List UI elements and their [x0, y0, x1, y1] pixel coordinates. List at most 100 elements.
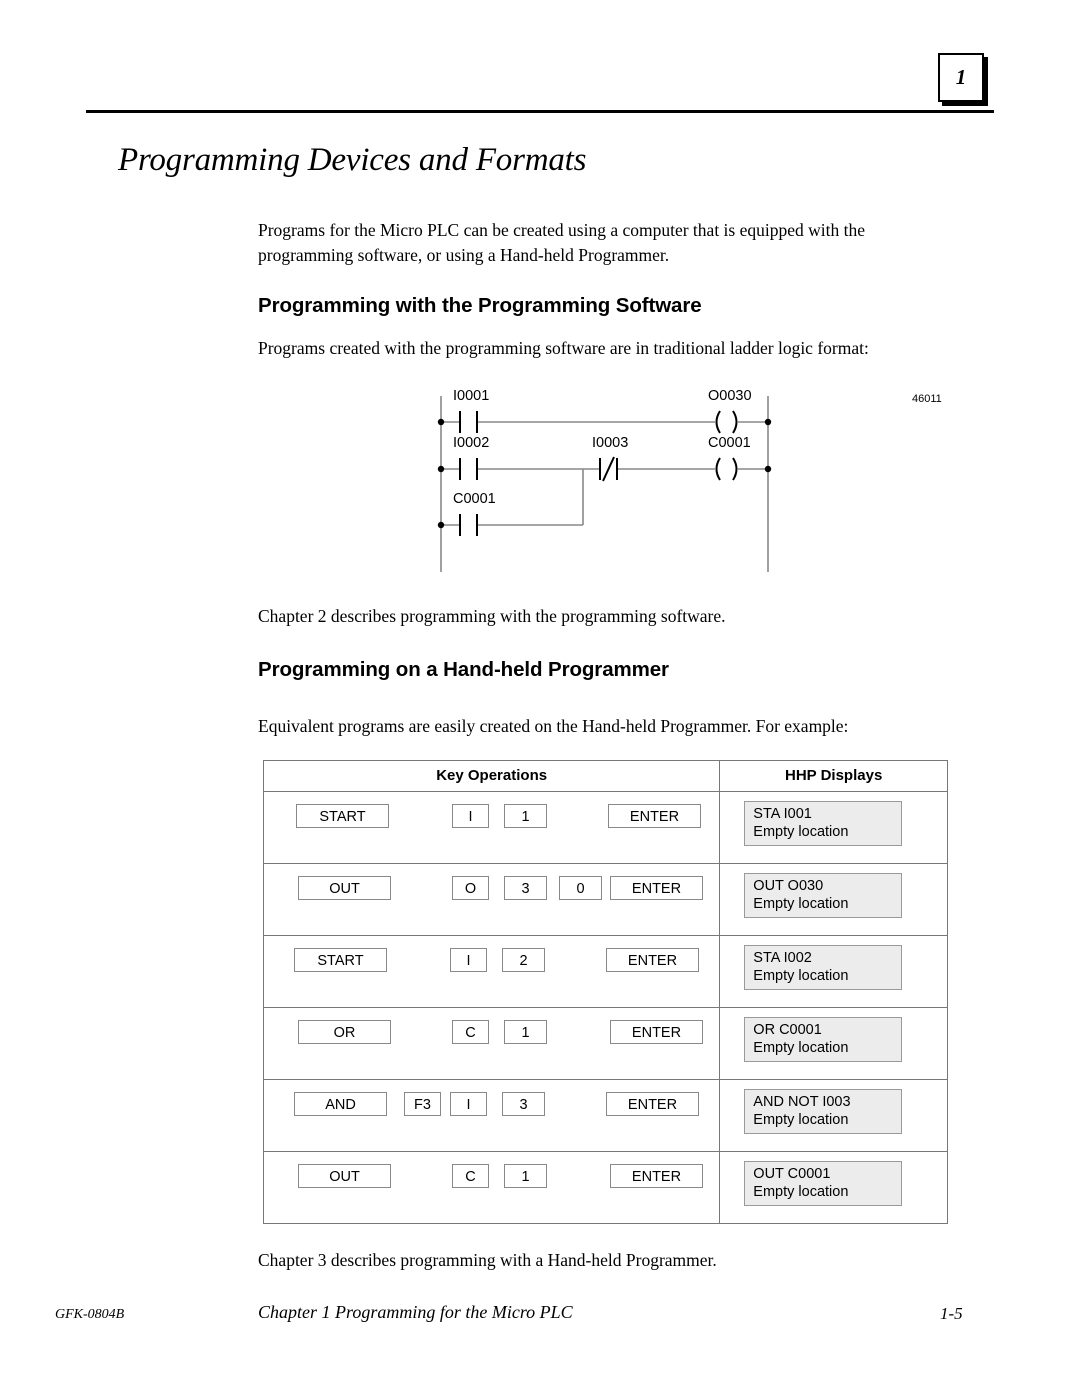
hhp-key-operations-table: Key Operations HHP Displays START I 1 ENTER… [262, 760, 948, 1224]
key-button[interactable]: 3 [504, 876, 547, 900]
key-operations-cell: START I 2 ENTER [262, 935, 721, 1008]
hhp-display-cell: STA I001 Empty location [719, 791, 948, 864]
key-button[interactable]: 1 [504, 804, 547, 828]
hhp-display-line2: Empty location [753, 1112, 849, 1128]
ladder-logic-figure: I0001 O0030 I0002 I0003 C0001 C0001 4601… [420, 380, 980, 580]
key-operations-cell: START I 1 ENTER [262, 791, 721, 864]
header-divider-rule [86, 110, 994, 113]
hhp-display-cell: OUT O030 Empty location [719, 863, 948, 936]
hhp-display-screen: STA I001 Empty location [744, 801, 903, 846]
ladder-label-rung2-contact: I0002 [453, 435, 489, 451]
footer-document-number: GFK-0804B [55, 1307, 125, 1322]
key-sequence: AND F3 I 3 ENTER [264, 1080, 719, 1151]
table-row: START I 2 ENTER STA I002 Empty location [262, 935, 948, 1008]
footer-page-number: 1-5 [940, 1304, 963, 1323]
hhp-display-line1: STA I001 [753, 806, 812, 822]
key-button[interactable]: 1 [504, 1020, 547, 1044]
table-header-row: Key Operations HHP Displays [262, 760, 948, 792]
key-button[interactable]: C [452, 1020, 489, 1044]
hhp-display-screen: STA I002 Empty location [744, 945, 903, 990]
hhp-display-cell: AND NOT I003 Empty location [719, 1079, 948, 1152]
hhp-display-line1: OUT O030 [753, 878, 824, 894]
hhp-display-wrapper: OR C0001 Empty location [720, 1008, 947, 1079]
table-row: START I 1 ENTER STA I001 Empty location [262, 791, 948, 864]
ladder-label-branch-contact: C0001 [453, 491, 496, 507]
hhp-display-cell: STA I002 Empty location [719, 935, 948, 1008]
key-operations-cell: AND F3 I 3 ENTER [262, 1079, 721, 1152]
key-button[interactable]: OUT [298, 876, 391, 900]
key-button[interactable]: START [296, 804, 389, 828]
hhp-display-screen: OUT C0001 Empty location [744, 1161, 903, 1206]
key-button[interactable]: I [450, 948, 487, 972]
hhp-display-line2: Empty location [753, 968, 849, 984]
figure-id-label: 46011 [912, 393, 942, 405]
key-sequence: START I 1 ENTER [264, 792, 719, 863]
key-button[interactable]: ENTER [608, 804, 701, 828]
key-button[interactable]: OR [298, 1020, 391, 1044]
hhp-display-line1: AND NOT I003 [753, 1094, 851, 1110]
key-button[interactable]: I [450, 1092, 487, 1116]
hhp-display-line2: Empty location [753, 824, 849, 840]
table-row: OUT C 1 ENTER OUT C0001 Empty location [262, 1151, 948, 1224]
key-button[interactable]: 3 [502, 1092, 545, 1116]
hhp-display-line1: OUT C0001 [753, 1166, 831, 1182]
hhp-display-screen: AND NOT I003 Empty location [744, 1089, 903, 1134]
key-button[interactable]: I [452, 804, 489, 828]
key-button[interactable]: 0 [559, 876, 602, 900]
table-row: AND F3 I 3 ENTER AND NOT I003 Empty location [262, 1079, 948, 1152]
hhp-display-screen: OR C0001 Empty location [744, 1017, 903, 1062]
key-button[interactable]: START [294, 948, 387, 972]
hhp-display-wrapper: STA I001 Empty location [720, 792, 947, 863]
chapter2-reference-paragraph: Chapter 2 describes programming with the… [258, 606, 726, 626]
hhp-display-line2: Empty location [753, 896, 849, 912]
chapter3-reference-paragraph: Chapter 3 describes programming with a H… [258, 1250, 717, 1270]
hhp-display-wrapper: AND NOT I003 Empty location [720, 1080, 947, 1151]
key-button[interactable]: OUT [298, 1164, 391, 1188]
key-button[interactable]: ENTER [606, 1092, 699, 1116]
ladder-label-rung1-coil: O0030 [708, 388, 752, 404]
hhp-display-cell: OUT C0001 Empty location [719, 1151, 948, 1224]
ladder-label-rung2-coil: C0001 [708, 435, 751, 451]
hhp-display-cell: OR C0001 Empty location [719, 1007, 948, 1080]
hhp-display-line2: Empty location [753, 1040, 849, 1056]
key-operations-cell: OR C 1 ENTER [262, 1007, 721, 1080]
section-heading-programming-software: Programming with the Programming Softwar… [258, 294, 702, 317]
hhp-display-line1: OR C0001 [753, 1022, 822, 1038]
table-row: OR C 1 ENTER OR C0001 Empty location [262, 1007, 948, 1080]
hhp-intro-paragraph: Equivalent programs are easily created o… [258, 716, 849, 736]
key-button[interactable]: ENTER [610, 876, 703, 900]
key-sequence: OUT O 3 0 ENTER [264, 864, 719, 935]
ladder-label-rung1-contact: I0001 [453, 388, 489, 404]
chapter-number: 1 [955, 65, 967, 89]
hhp-display-line1: STA I002 [753, 950, 812, 966]
key-sequence: START I 2 ENTER [264, 936, 719, 1007]
key-button[interactable]: C [452, 1164, 489, 1188]
key-operations-cell: OUT C 1 ENTER [262, 1151, 721, 1224]
key-sequence: OR C 1 ENTER [264, 1008, 719, 1079]
ladder-format-paragraph: Programs created with the programming so… [258, 338, 869, 358]
key-button[interactable]: 2 [502, 948, 545, 972]
hhp-display-wrapper: OUT O030 Empty location [720, 864, 947, 935]
hhp-display-wrapper: STA I002 Empty location [720, 936, 947, 1007]
column-header-key-operations: Key Operations [262, 760, 721, 792]
table-row: OUT O 3 0 ENTER OUT O030 Empty location [262, 863, 948, 936]
intro-paragraph: Programs for the Micro PLC can be create… [258, 220, 865, 265]
hhp-display-line2: Empty location [753, 1184, 849, 1200]
column-header-hhp-displays: HHP Displays [719, 760, 948, 792]
key-button[interactable]: ENTER [606, 948, 699, 972]
section-heading-hand-held-programmer: Programming on a Hand-held Programmer [258, 658, 669, 681]
key-operations-cell: OUT O 3 0 ENTER [262, 863, 721, 936]
key-button[interactable]: ENTER [610, 1164, 703, 1188]
hhp-display-screen: OUT O030 Empty location [744, 873, 903, 918]
key-button[interactable]: F3 [404, 1092, 441, 1116]
footer-chapter-text: Chapter 1 Programming for the Micro PLC [258, 1302, 573, 1322]
key-button[interactable]: 1 [504, 1164, 547, 1188]
key-button[interactable]: AND [294, 1092, 387, 1116]
hhp-display-wrapper: OUT C0001 Empty location [720, 1152, 947, 1223]
key-button[interactable]: O [452, 876, 489, 900]
key-button[interactable]: ENTER [610, 1020, 703, 1044]
page-title: Programming Devices and Formats [118, 142, 587, 178]
ladder-label-rung2-contact2: I0003 [592, 435, 628, 451]
chapter-number-box: 1 [938, 53, 984, 102]
key-sequence: OUT C 1 ENTER [264, 1152, 719, 1223]
